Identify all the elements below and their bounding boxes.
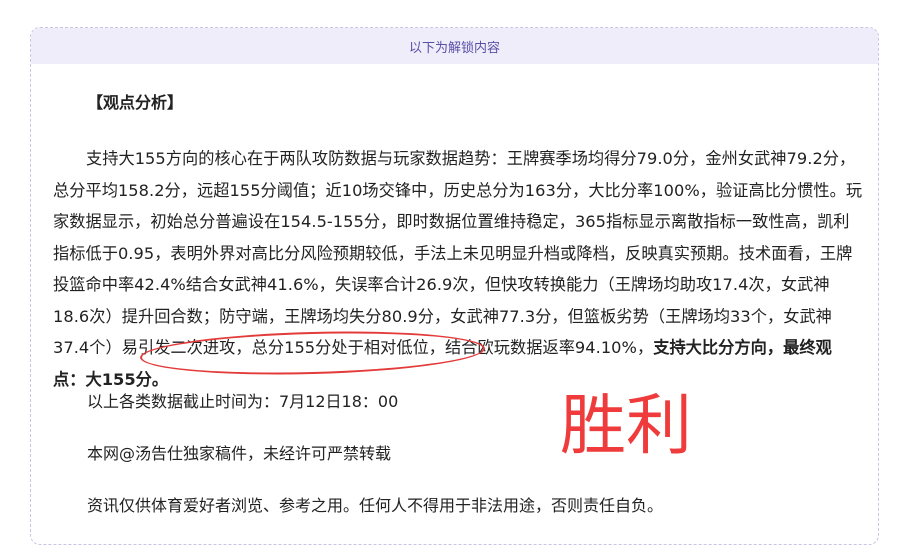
data-cutoff-line: 以上各类数据截止时间为：7月12日18：00	[87, 392, 399, 411]
analysis-title: 【观点分析】	[87, 93, 184, 112]
unlock-banner: 以下为解锁内容	[31, 28, 878, 64]
victory-stamp: 胜利	[560, 387, 692, 464]
unlock-banner-text: 以下为解锁内容	[408, 40, 500, 56]
unlocked-content-card: 以下为解锁内容 【观点分析】 支持大155方向的核心在于两队攻防数据与玩家数据趋…	[30, 27, 879, 545]
copyright-line: 本网@汤告仕独家稿件，未经许可严禁转载	[87, 444, 392, 463]
disclaimer-line: 资讯仅供体育爱好者浏览、参考之用。任何人不得用于非法用途，否则责任自负。	[87, 496, 664, 515]
analysis-body-text: 支持大155方向的核心在于两队攻防数据与玩家数据趋势：王牌赛季场均得分79.0分…	[53, 149, 863, 357]
